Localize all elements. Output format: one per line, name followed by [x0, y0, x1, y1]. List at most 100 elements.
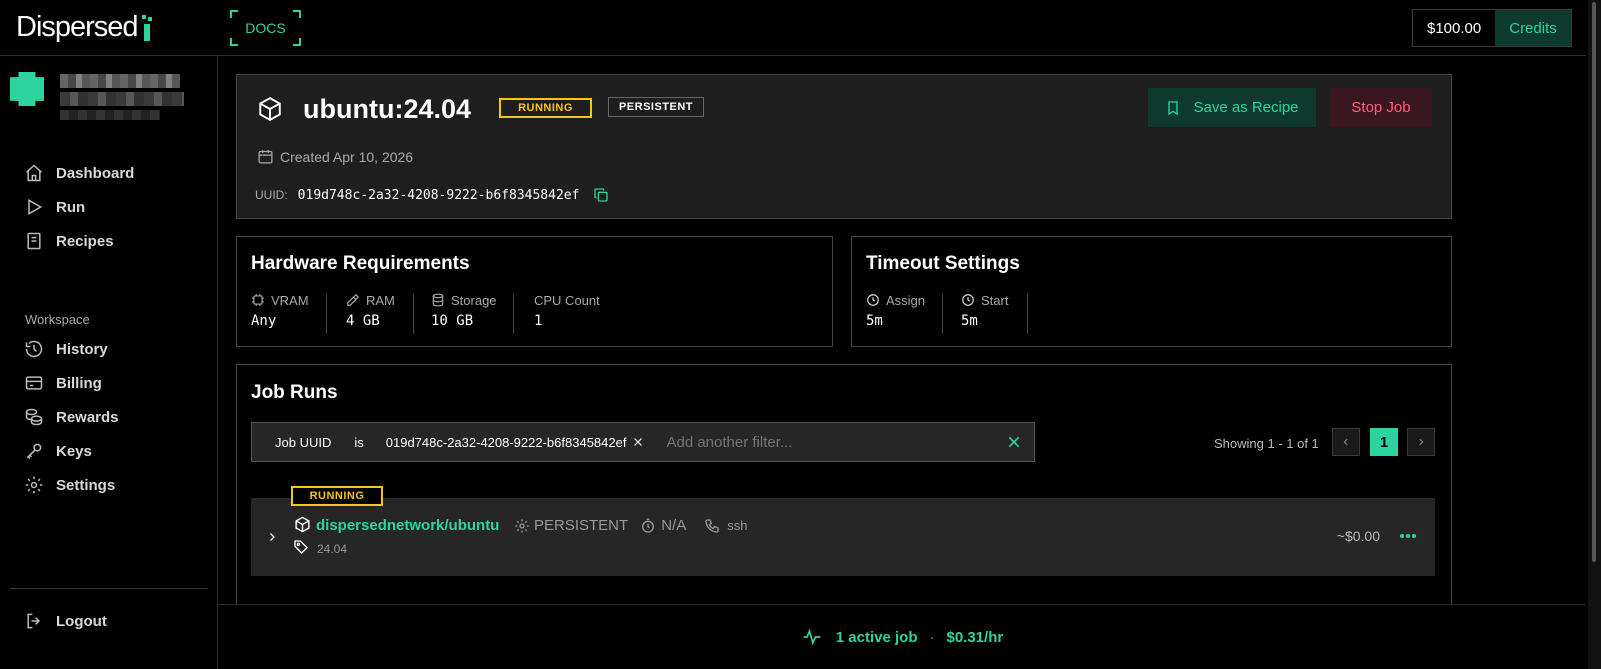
logout-label: Logout	[56, 612, 107, 630]
prev-page-button[interactable]	[1332, 428, 1360, 456]
activity-icon	[803, 628, 821, 646]
spec-value: 1	[534, 313, 543, 329]
spec-divider	[413, 294, 414, 334]
username-redacted	[60, 74, 180, 88]
sidebar-item-billing[interactable]: Billing	[24, 368, 102, 398]
spec-storage: Storage 10 GB	[431, 291, 497, 330]
spec-divider	[326, 294, 327, 334]
chevron-left-icon	[1343, 438, 1348, 446]
credits-button[interactable]: Credits	[1495, 10, 1571, 46]
docs-label: DOCS	[245, 20, 286, 36]
timeout-assign: Assign 5m	[866, 291, 926, 330]
user-email-redacted	[60, 92, 184, 106]
sidebar-item-label: Run	[56, 198, 86, 216]
sidebar-item-label: History	[56, 340, 108, 358]
memory-icon	[347, 293, 360, 306]
sidebar-item-label: Recipes	[56, 232, 114, 250]
timeout-value: 5m	[866, 313, 883, 329]
sidebar-divider	[10, 588, 208, 589]
sidebar-item-dashboard[interactable]: Dashboard	[24, 158, 134, 188]
run-cost: ~$0.00	[1336, 528, 1380, 544]
pagination-summary: Showing 1 - 1 of 1	[1214, 436, 1319, 451]
run-access: ssh	[727, 518, 748, 533]
logout-button[interactable]: Logout	[24, 606, 107, 636]
home-icon	[26, 164, 42, 182]
timeout-divider	[1027, 294, 1028, 334]
play-icon	[28, 199, 43, 215]
key-icon	[26, 443, 42, 460]
spec-vram: VRAM Any	[251, 291, 309, 330]
run-status-badge: RUNNING	[291, 486, 383, 506]
page-scrollbar[interactable]	[1588, 0, 1601, 669]
docs-link[interactable]: DOCS	[230, 10, 301, 46]
top-bar: Dispersed DOCS $100.00 Credits	[0, 0, 1586, 56]
history-icon	[25, 340, 43, 358]
active-jobs-count: 1 active job	[835, 628, 918, 646]
timeout-label: Assign	[886, 292, 926, 308]
uuid-label: UUID:	[255, 188, 288, 202]
workspace-heading: Workspace	[25, 312, 90, 327]
sidebar-item-run[interactable]: Run	[24, 192, 85, 222]
sidebar-item-label: Rewards	[56, 408, 119, 426]
clear-filters-icon[interactable]	[1006, 434, 1022, 450]
gear-icon	[25, 476, 43, 494]
next-page-button[interactable]	[1407, 428, 1435, 456]
phone-icon	[705, 518, 719, 533]
chip-icon	[252, 294, 264, 306]
credits-widget[interactable]: $100.00 Credits	[1412, 9, 1572, 47]
scrollbar-thumb[interactable]	[1592, 2, 1596, 562]
copy-icon[interactable]	[593, 187, 609, 203]
job-title: ubuntu:24.04	[303, 94, 472, 124]
database-icon	[432, 293, 444, 307]
avatar[interactable]	[10, 72, 44, 106]
job-run-row[interactable]: dispersednetwork/ubuntu PERSISTENT N/A s…	[251, 498, 1435, 576]
run-persistence: PERSISTENT	[534, 517, 629, 534]
user-meta-redacted	[60, 110, 160, 120]
stop-job-button[interactable]: Stop Job	[1330, 88, 1432, 127]
job-runs-title: Job Runs	[251, 382, 338, 403]
chevron-right-icon	[1419, 438, 1424, 446]
uuid-row: UUID: 019d748c-2a32-4208-9222-b6f8345842…	[255, 187, 609, 203]
logo[interactable]: Dispersed	[16, 11, 153, 44]
spec-ram: RAM 4 GB	[346, 291, 395, 330]
cube-icon	[259, 97, 281, 121]
clock-icon	[962, 294, 974, 306]
filter-input[interactable]	[666, 433, 1006, 451]
remove-filter-icon[interactable]	[632, 436, 644, 448]
page-button-current[interactable]: 1	[1370, 428, 1398, 456]
save-as-recipe-button[interactable]: Save as Recipe	[1148, 88, 1316, 127]
filter-operator: is	[354, 434, 364, 450]
save-recipe-label: Save as Recipe	[1193, 99, 1299, 116]
sidebar-item-label: Billing	[56, 374, 102, 392]
created-date: Created Apr 10, 2026	[257, 148, 413, 165]
expand-chevron-icon[interactable]	[266, 530, 278, 544]
more-options-icon[interactable]	[1399, 533, 1417, 539]
spec-cpu: CPU Count 1	[534, 291, 600, 330]
sidebar-item-rewards[interactable]: Rewards	[24, 402, 119, 432]
cube-icon	[295, 516, 310, 533]
persistence-badge: PERSISTENT	[608, 97, 704, 117]
run-tag: 24.04	[317, 542, 348, 556]
spec-value: Any	[251, 313, 277, 329]
run-meta: PERSISTENT N/A ssh	[514, 517, 747, 534]
spec-label: Storage	[451, 292, 497, 308]
clock-icon	[867, 294, 879, 306]
sidebar-item-label: Dashboard	[56, 164, 135, 182]
filter-bar[interactable]: Job UUID is 019d748c-2a32-4208-9222-b6f8…	[251, 422, 1035, 462]
coins-icon	[25, 408, 43, 426]
sidebar-item-keys[interactable]: Keys	[24, 436, 92, 466]
run-image-link[interactable]: dispersednetwork/ubuntu	[316, 517, 499, 534]
sidebar-item-recipes[interactable]: Recipes	[24, 226, 114, 256]
run-timeout: N/A	[661, 517, 687, 534]
sidebar-item-settings[interactable]: Settings	[24, 470, 115, 500]
spec-divider	[513, 294, 514, 334]
filter-value: 019d748c-2a32-4208-9222-b6f8345842ef	[385, 434, 627, 450]
sidebar-item-label: Keys	[56, 442, 92, 460]
tag-icon	[294, 540, 308, 554]
spec-value: 4 GB	[346, 313, 380, 329]
created-text: Created Apr 10, 2026	[280, 148, 414, 165]
status-footer: 1 active job · $0.31/hr	[219, 604, 1586, 669]
timeout-value: 5m	[961, 313, 978, 329]
sidebar-item-history[interactable]: History	[24, 334, 108, 364]
card-icon	[25, 376, 43, 390]
